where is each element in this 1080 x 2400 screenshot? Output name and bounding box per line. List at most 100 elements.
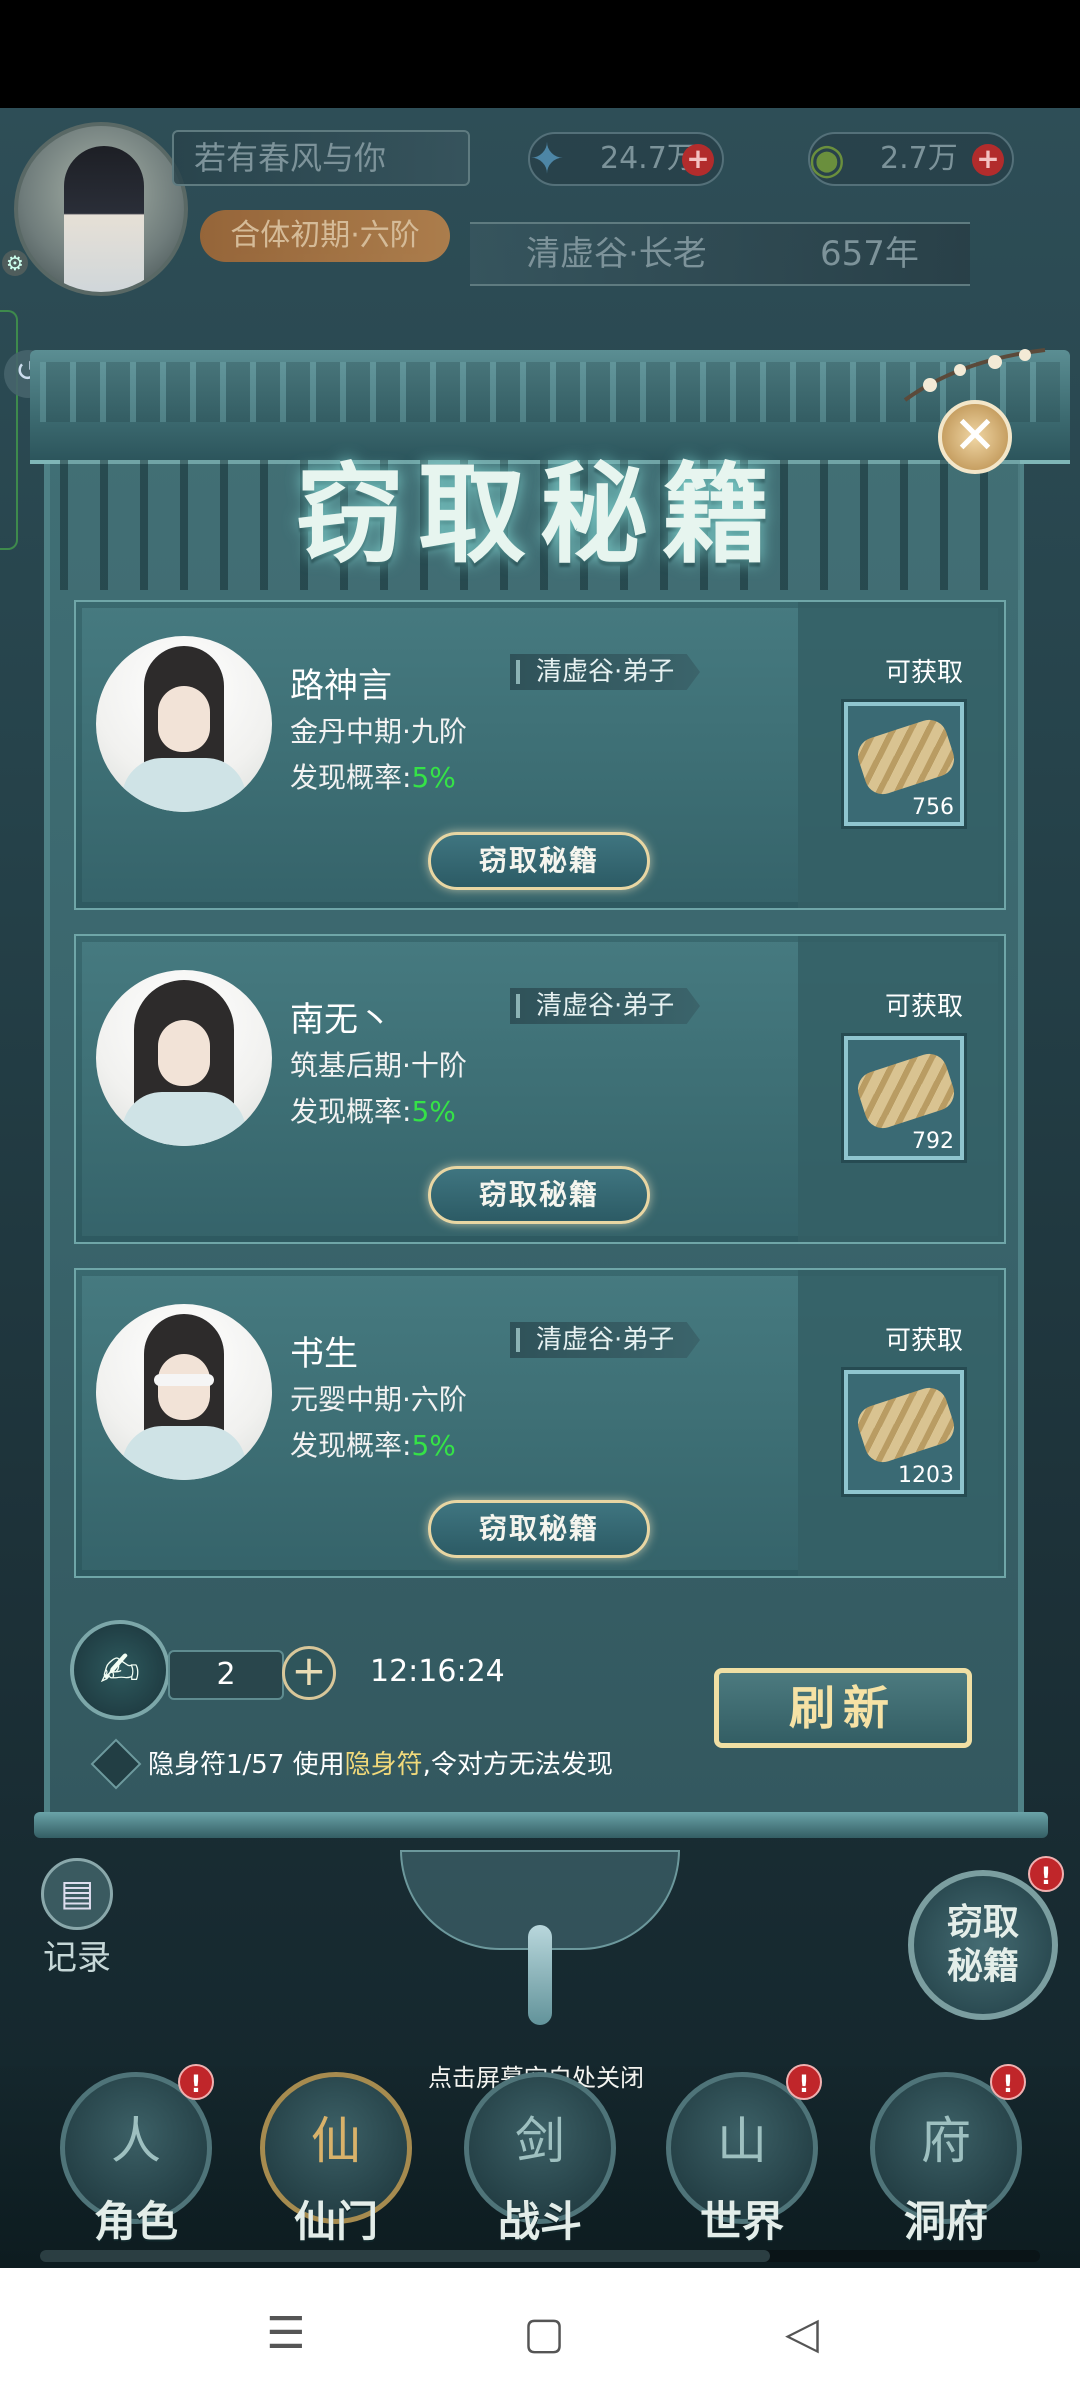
plus-icon[interactable]: + [682, 144, 714, 176]
refresh-timer: 12:16:24 [370, 1654, 505, 1689]
coin-icon: ◉ [808, 134, 846, 183]
player-age: 657年 [820, 234, 919, 274]
target-rank: 元婴中期·六阶 [290, 1383, 467, 1416]
sect-icon: 仙 [311, 2112, 361, 2170]
steal-shortcut-line2: 秘籍 [946, 1945, 1019, 1987]
steal-shortcut-button[interactable]: 窃取 秘籍 [908, 1870, 1058, 2020]
nav-label: 战斗 [497, 2197, 582, 2246]
sect-title-bar: 清虚谷·长老 657年 [470, 222, 970, 286]
target-name: 书生 [290, 1334, 358, 1374]
target-name: 南无丶 [290, 1000, 392, 1040]
target-tag: 清虚谷·弟子 [510, 988, 700, 1024]
modal-title: 窃取秘籍 [295, 452, 784, 578]
portrait-face [158, 1020, 210, 1086]
close-icon[interactable]: ✕ [938, 400, 1012, 474]
tassel [528, 1925, 552, 2025]
feather-icon: ✦ [529, 134, 565, 183]
scroll-icon [853, 715, 959, 799]
portrait-robe [122, 758, 246, 812]
record-label: 记录 [43, 1938, 111, 1978]
back-icon[interactable]: ◁ [772, 2308, 832, 2360]
scroll-icon [853, 1383, 959, 1467]
player-avatar[interactable] [14, 122, 188, 296]
reward-item[interactable]: 756 [844, 702, 964, 826]
target-tag: 清虚谷·弟子 [510, 654, 700, 690]
target-probability: 发现概率:5% [290, 756, 456, 796]
portrait-face [158, 686, 210, 752]
notification-badge: ! [990, 2064, 1026, 2100]
talisman-icon[interactable]: ✍ [70, 1620, 170, 1720]
refresh-button[interactable]: 刷新 [714, 1668, 972, 1748]
resource-coin-value: 2.7万 [880, 141, 958, 176]
plus-icon[interactable]: + [972, 144, 1004, 176]
probability-label: 发现概率: [290, 1095, 412, 1128]
target-portrait [96, 1304, 272, 1480]
steal-shortcut-line1: 窃取 [946, 1901, 1019, 1943]
probability-value: 5% [411, 761, 456, 794]
system-nav-bar: ☰ ▢ ◁ [0, 2268, 1080, 2400]
nav-item-battle[interactable]: 剑 战斗 [460, 2072, 620, 2252]
resource-feather: ✦ 24.7万 + [528, 132, 724, 186]
target-portrait [96, 636, 272, 812]
home-icon[interactable]: ▢ [514, 2308, 574, 2360]
nav-label: 仙门 [293, 2197, 378, 2246]
steal-button[interactable]: 窃取秘籍 [428, 832, 650, 890]
scroll-thumb[interactable] [40, 2250, 770, 2262]
sect-title: 清虚谷·长老 [526, 234, 707, 274]
hint-highlight: 隐身符 [344, 1750, 423, 1780]
notification-badge: ! [786, 2064, 822, 2100]
status-bar [0, 0, 1080, 108]
target-probability: 发现概率:5% [290, 1424, 456, 1464]
target-tag: 清虚谷·弟子 [510, 1322, 700, 1358]
talisman-count-field[interactable]: 2 [168, 1650, 284, 1700]
target-probability: 发现概率:5% [290, 1090, 456, 1130]
record-button[interactable]: ▤ 记录 [34, 1858, 120, 1978]
pavilion-icon: 府 [921, 2112, 971, 2170]
hint-prefix: 隐身符1/57 使用 [148, 1750, 345, 1780]
target-card: 南无丶 清虚谷·弟子 筑基后期·十阶 发现概率:5% 窃取秘籍 可获取 792 [74, 934, 1006, 1244]
target-rank: 金丹中期·九阶 [290, 715, 467, 748]
reward-item[interactable]: 1203 [844, 1370, 964, 1494]
invisibility-hint: 隐身符1/57 使用隐身符,令对方无法发现 [148, 1744, 613, 1781]
modal-base [34, 1812, 1048, 1838]
screen: ⚙ ↺ 若有春风与你 合体初期·六阶 ✦ 24.7万 + ◉ 2.7万 + 清虚… [0, 0, 1080, 2400]
reward-item[interactable]: 792 [844, 1036, 964, 1160]
player-name: 若有春风与你 [172, 130, 470, 186]
target-portrait [96, 970, 272, 1146]
plus-icon[interactable]: + [282, 1646, 336, 1700]
steal-button[interactable]: 窃取秘籍 [428, 1166, 650, 1224]
steal-button[interactable]: 窃取秘籍 [428, 1500, 650, 1558]
obtain-label: 可获取 [884, 1326, 963, 1356]
target-rank: 筑基后期·十阶 [290, 1049, 467, 1082]
obtain-label: 可获取 [884, 992, 963, 1022]
nav-label: 洞府 [903, 2197, 988, 2246]
clipboard-icon: ▤ [41, 1858, 113, 1930]
scroll-icon [853, 1049, 959, 1133]
notification-badge: ! [178, 2064, 214, 2100]
portrait-robe [122, 1426, 246, 1480]
target-card: 书生 清虚谷·弟子 元婴中期·六阶 发现概率:5% 窃取秘籍 可获取 1203 [74, 1268, 1006, 1578]
probability-value: 5% [411, 1095, 456, 1128]
player-realm: 合体初期·六阶 [200, 210, 450, 262]
obtain-label: 可获取 [884, 658, 963, 688]
nav-label: 世界 [699, 2197, 784, 2246]
mountain-icon: 山 [717, 2112, 767, 2170]
character-icon: 人 [111, 2112, 161, 2170]
menu-icon[interactable]: ☰ [256, 2308, 316, 2360]
item-count: 1203 [898, 1463, 954, 1488]
sword-icon: 剑 [515, 2112, 565, 2170]
portrait-blindfold [154, 1374, 214, 1386]
target-card: 路神言 清虚谷·弟子 金丹中期·九阶 发现概率:5% 窃取秘籍 可获取 756 [74, 600, 1006, 910]
side-tab[interactable] [0, 310, 18, 550]
item-count: 792 [912, 1129, 954, 1154]
hint-suffix: ,令对方无法发现 [422, 1750, 613, 1780]
resource-coin: ◉ 2.7万 + [808, 132, 1014, 186]
probability-label: 发现概率: [290, 761, 412, 794]
nav-item-sect[interactable]: 仙 仙门 [256, 2072, 416, 2252]
item-count: 756 [912, 795, 954, 820]
portrait-robe [122, 1092, 246, 1146]
probability-label: 发现概率: [290, 1429, 412, 1462]
gear-icon[interactable]: ⚙ [2, 250, 28, 276]
probability-value: 5% [411, 1429, 456, 1462]
target-name: 路神言 [290, 666, 392, 706]
